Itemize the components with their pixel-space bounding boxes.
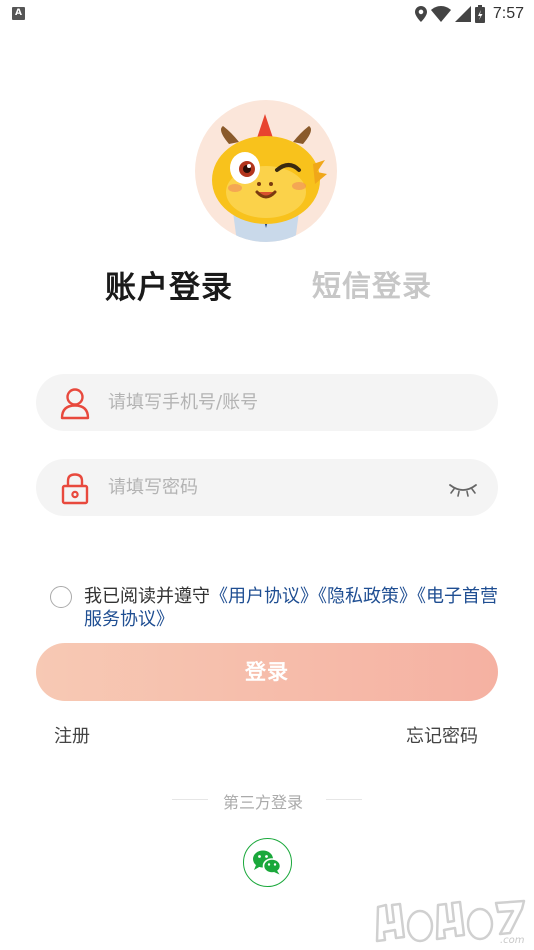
agreement-text: 我已阅读并遵守《用户协议》《隐私政策》《电子首营服务协议》 <box>84 585 504 631</box>
user-agreement-link[interactable]: 《用户协议》 <box>210 586 318 607</box>
lock-icon <box>61 473 89 505</box>
agreement-checkbox[interactable] <box>50 586 72 608</box>
divider-left <box>172 799 208 800</box>
third-party-label: 第三方登录 <box>223 793 304 812</box>
signal-icon <box>454 6 471 22</box>
privacy-policy-link[interactable]: 《隐私政策》 <box>318 586 417 607</box>
status-bar: A 7:57 <box>0 0 534 30</box>
wechat-login-button[interactable] <box>243 838 292 887</box>
status-icons: 7:57 <box>414 4 524 24</box>
agreement-prefix: 我已阅读并遵守 <box>84 586 210 607</box>
wifi-icon <box>430 6 451 22</box>
login-button[interactable]: 登录 <box>36 643 498 701</box>
avatar <box>195 100 337 242</box>
forgot-password-link[interactable]: 忘记密码 <box>406 722 478 748</box>
phone-input[interactable] <box>108 374 438 431</box>
tab-account-login[interactable]: 账户登录 <box>105 262 233 307</box>
phone-field[interactable] <box>36 374 498 431</box>
svg-text:.com: .com <box>500 935 525 946</box>
dragon-mascot-icon <box>212 114 327 242</box>
watermark-logo: .com <box>375 899 526 946</box>
register-link[interactable]: 注册 <box>54 722 90 748</box>
status-time: 7:57 <box>492 5 524 22</box>
user-icon <box>60 388 90 420</box>
battery-icon <box>474 5 485 23</box>
tab-sms-login[interactable]: 短信登录 <box>312 263 432 305</box>
notification-a-icon: A <box>12 7 25 20</box>
divider-right <box>326 799 362 800</box>
password-field[interactable] <box>36 459 498 516</box>
password-input[interactable] <box>108 459 438 516</box>
eye-closed-icon[interactable] <box>448 477 478 499</box>
wechat-icon <box>253 850 282 875</box>
location-icon <box>414 6 427 22</box>
